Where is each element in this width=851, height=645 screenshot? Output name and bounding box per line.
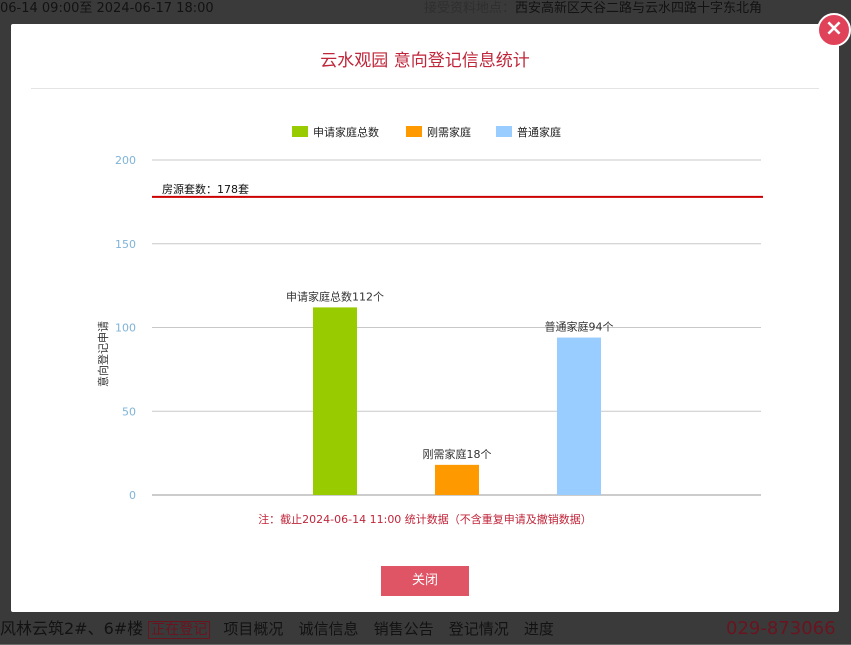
statistics-note: 注：截止2024-06-14 11:00 统计数据（不含重复申请及撤销数据） [258,513,592,526]
registration-bar-chart: 申请家庭总数 刚需家庭 普通家庭 0 50 100 150 200 申请家庭总数112个刚需… [96,125,763,502]
close-button[interactable]: 关闭 [381,566,469,596]
legend-swatch [292,126,308,137]
legend-label: 普通家庭 [517,125,561,139]
bar-data-label: 普通家庭94个 [545,320,614,334]
legend-label: 刚需家庭 [427,125,471,139]
reference-line-label: 房源套数：178套 [162,182,249,196]
chart-legend: 申请家庭总数 刚需家庭 普通家庭 [292,125,561,139]
chart-reference-line: 房源套数：178套 [152,182,763,198]
modal-title: 云水观园 意向登记信息统计 [320,51,530,71]
legend-swatch [496,126,512,137]
bar [557,337,601,495]
bar-data-label: 申请家庭总数112个 [286,289,384,303]
bar [313,307,357,495]
legend-label: 申请家庭总数 [313,125,379,139]
y-tick-label: 50 [122,405,136,418]
y-tick-label: 150 [115,238,136,251]
close-icon[interactable]: × [817,13,851,47]
statistics-modal: 云水观园 意向登记信息统计 申请家庭总数 刚需家庭 普通家庭 0 50 100 150 20… [11,24,839,612]
title-divider [31,88,819,89]
bar [435,464,479,495]
chart-bars [313,307,601,495]
legend-swatch [406,126,422,137]
bar-data-label: 刚需家庭18个 [423,447,492,461]
y-tick-label: 200 [115,154,136,167]
y-tick-label: 0 [129,489,136,502]
chart-y-axis-label: 意向登记申请 [96,321,110,387]
y-tick-label: 100 [115,322,136,335]
